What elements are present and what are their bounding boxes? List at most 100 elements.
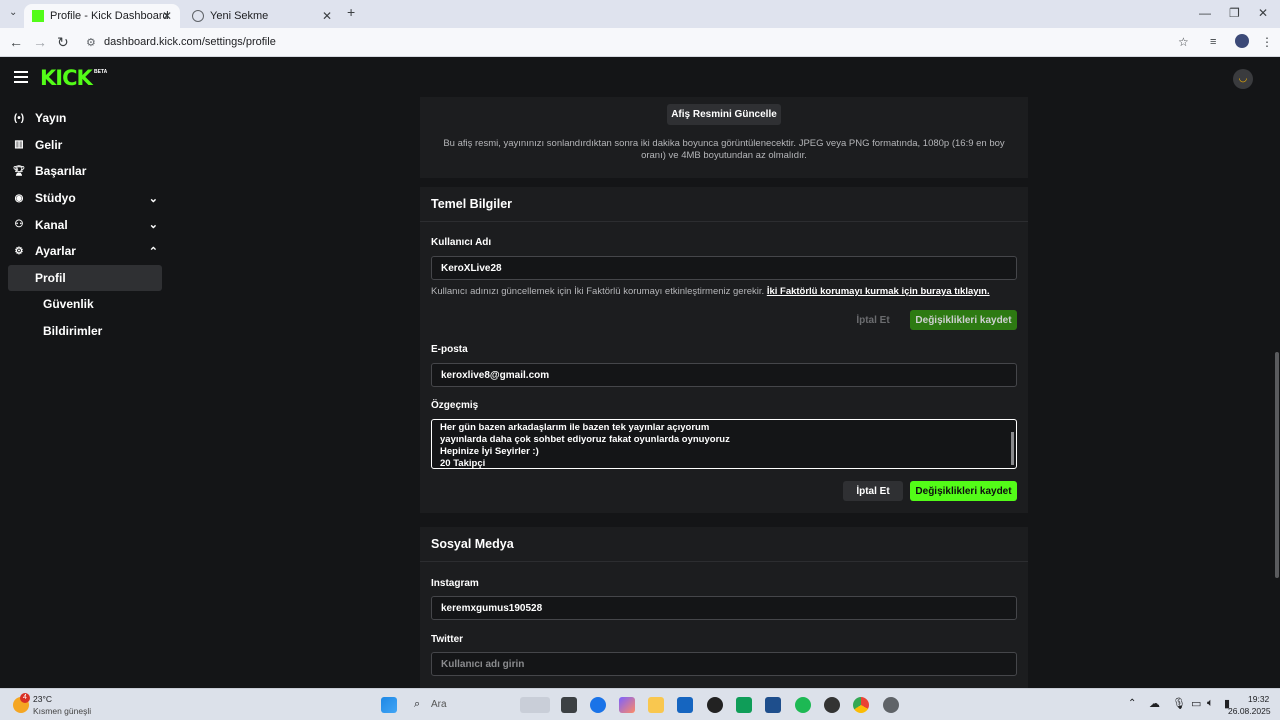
sidebar-item-label: Başarılar bbox=[35, 164, 87, 179]
bio-textarea[interactable]: Her gün bazen arkadaşlarım ile bazen tek… bbox=[431, 419, 1017, 469]
microphone-icon[interactable]: 🎙︎ bbox=[1172, 697, 1186, 710]
email-input[interactable]: keroxlive8@gmail.com bbox=[431, 363, 1017, 387]
search-icon[interactable]: ⌕ bbox=[414, 698, 420, 711]
reload-icon[interactable]: ↻ bbox=[57, 34, 69, 51]
revenue-icon: ▥ bbox=[14, 139, 24, 151]
cancel-button[interactable]: İptal Et bbox=[843, 481, 903, 501]
save-button[interactable]: Değişiklikleri kaydet bbox=[910, 481, 1017, 501]
spotify-icon[interactable] bbox=[795, 697, 811, 713]
widgets-icon[interactable] bbox=[520, 697, 550, 713]
browser-menu-icon[interactable]: ⋮ bbox=[1261, 35, 1273, 49]
site-info-icon[interactable]: ⚙ bbox=[86, 36, 96, 49]
weather-badge: 4 bbox=[20, 693, 30, 703]
save-button[interactable]: Değişiklikleri kaydet bbox=[910, 310, 1017, 330]
task-view-icon[interactable] bbox=[561, 697, 577, 713]
username-hint-text: Kullanıcı adınızı güncellemek için İki F… bbox=[431, 286, 765, 297]
sidebar-item-label: Yayın bbox=[35, 111, 67, 126]
back-icon[interactable]: ← bbox=[9, 34, 23, 50]
display-icon[interactable]: ▭ bbox=[1191, 697, 1201, 710]
section-title: Sosyal Medya bbox=[420, 527, 1028, 562]
sidebar-item-yayin[interactable]: (•) Yayın bbox=[0, 105, 170, 132]
bio-line: 20 Takipçi bbox=[440, 458, 486, 469]
weather-temp: 23°C bbox=[33, 694, 52, 704]
cancel-button[interactable]: İptal Et bbox=[844, 310, 902, 330]
chevron-down-icon: ⌄ bbox=[148, 219, 158, 232]
close-tab-icon[interactable]: ✕ bbox=[162, 9, 172, 23]
username-hint: Kullanıcı adınızı güncellemek için İki F… bbox=[431, 286, 990, 297]
weather-desc: Kısmen güneşli bbox=[33, 706, 92, 716]
instagram-input[interactable]: keremxgumus190528 bbox=[431, 596, 1017, 620]
forward-icon[interactable]: → bbox=[33, 34, 47, 50]
user-avatar[interactable]: ◡ bbox=[1233, 69, 1253, 89]
kick-favicon-icon bbox=[32, 10, 44, 22]
browser-tab-bar: ⌄ Profile - Kick Dashboard ✕ Yeni Sekme … bbox=[0, 0, 1280, 28]
banner-card: Afiş Resmini Güncelle Bu afiş resmi, yay… bbox=[420, 97, 1028, 178]
sidebar-item-label: Ayarlar bbox=[35, 244, 76, 259]
speaker-icon[interactable]: 🔈︎ bbox=[1207, 697, 1214, 710]
broadcast-icon: (•) bbox=[13, 112, 25, 124]
sidebar: (•) Yayın ▥ Gelir 🏆︎ Başarılar ◉ Stüdyo … bbox=[0, 105, 170, 344]
minimize-icon[interactable]: — bbox=[1199, 6, 1211, 20]
tab-title: Yeni Sekme bbox=[210, 10, 269, 22]
sidebar-item-kanal[interactable]: ⚇ Kanal ⌄ bbox=[0, 211, 170, 238]
sidebar-item-ayarlar[interactable]: ⚙ Ayarlar ⌃ bbox=[0, 238, 170, 265]
page-scrollbar[interactable] bbox=[1275, 352, 1279, 578]
twitter-input[interactable]: Kullanıcı adı girin bbox=[431, 652, 1017, 676]
bio-line: yayınlarda daha çok sohbet ediyoruz faka… bbox=[440, 434, 730, 445]
taskbar-search[interactable]: Ara bbox=[431, 699, 447, 710]
download-icon[interactable] bbox=[765, 697, 781, 713]
sidebar-item-label: Gelir bbox=[35, 137, 63, 152]
new-tab-icon[interactable]: + bbox=[347, 4, 355, 20]
tab-title: Profile - Kick Dashboard bbox=[50, 10, 169, 22]
kick-dashboard: KICK BETA ◡ (•) Yayın ▥ Gelir 🏆︎ Başarıl… bbox=[0, 57, 1280, 688]
bio-label: Özgeçmiş bbox=[431, 400, 479, 411]
window-close-icon[interactable]: ✕ bbox=[1258, 6, 1268, 20]
sidebar-item-guvenlik[interactable]: Güvenlik bbox=[8, 291, 162, 318]
clock-date[interactable]: 26.08.2025 bbox=[1228, 706, 1271, 716]
basic-info-card: Temel Bilgiler Kullanıcı Adı KeroXLive28… bbox=[420, 187, 1028, 513]
clock-time[interactable]: 19:32 bbox=[1248, 694, 1269, 704]
sidebar-item-profil[interactable]: Profil bbox=[8, 264, 162, 292]
two-factor-link[interactable]: İki Faktörlü korumayı kurmak için buraya… bbox=[767, 286, 990, 297]
tab-profile[interactable]: Profile - Kick Dashboard ✕ bbox=[24, 4, 180, 28]
textarea-scrollbar[interactable] bbox=[1011, 432, 1014, 465]
banner-description: Bu afiş resmi, yayınınızı sonlandırdıkta… bbox=[443, 138, 1005, 161]
maximize-icon[interactable]: ❐ bbox=[1229, 6, 1240, 20]
store-icon[interactable] bbox=[677, 697, 693, 713]
media-icon[interactable]: ≡ bbox=[1210, 36, 1216, 48]
tab-search-icon[interactable]: ⌄ bbox=[9, 7, 17, 18]
top-bar: KICK BETA ◡ bbox=[0, 57, 1280, 99]
studio-icon: ◉ bbox=[14, 192, 24, 204]
sidebar-item-gelir[interactable]: ▥ Gelir bbox=[0, 132, 170, 159]
browser-profile-avatar[interactable] bbox=[1235, 34, 1249, 48]
twitter-label: Twitter bbox=[431, 634, 464, 645]
sidebar-item-bildirimler[interactable]: Bildirimler bbox=[8, 318, 162, 345]
file-explorer-icon[interactable] bbox=[648, 697, 664, 713]
app-icon[interactable] bbox=[824, 697, 840, 713]
bio-line: Her gün bazen arkadaşlarım ile bazen tek… bbox=[440, 422, 710, 433]
tab-new[interactable]: Yeni Sekme ✕ bbox=[184, 4, 340, 28]
bookmark-star-icon[interactable]: ☆ bbox=[1178, 35, 1189, 49]
sidebar-item-studyo[interactable]: ◉ Stüdyo ⌄ bbox=[0, 185, 170, 212]
tray-chevron-icon[interactable]: ⌃ bbox=[1128, 698, 1136, 709]
whatsapp-icon[interactable] bbox=[736, 697, 752, 713]
email-label: E-posta bbox=[431, 344, 468, 355]
update-banner-button[interactable]: Afiş Resmini Güncelle bbox=[667, 104, 781, 125]
trophy-icon: 🏆︎ bbox=[12, 165, 26, 177]
taskbar: 4 23°C Kısmen güneşli ⌕ Ara ⌃ ☁ 🎙︎ ▭ 🔈︎ … bbox=[0, 688, 1280, 720]
channel-icon: ⚇ bbox=[14, 219, 24, 231]
url-field[interactable]: dashboard.kick.com/settings/profile bbox=[104, 36, 276, 48]
chrome-icon[interactable] bbox=[853, 697, 869, 713]
sidebar-item-basarilar[interactable]: 🏆︎ Başarılar bbox=[0, 158, 170, 185]
username-input[interactable]: KeroXLive28 bbox=[431, 256, 1017, 280]
close-tab-icon[interactable]: ✕ bbox=[322, 9, 332, 23]
edge-icon[interactable] bbox=[590, 697, 606, 713]
onedrive-icon[interactable]: ☁ bbox=[1149, 697, 1160, 710]
kick-logo[interactable]: KICK bbox=[40, 66, 93, 90]
steam-icon[interactable] bbox=[707, 697, 723, 713]
windows-start-icon[interactable] bbox=[381, 697, 397, 713]
bio-line: Hepinize İyi Seyirler :) bbox=[440, 446, 539, 457]
copilot-icon[interactable] bbox=[619, 697, 635, 713]
hamburger-menu-icon[interactable] bbox=[14, 71, 28, 86]
settings-icon[interactable] bbox=[883, 697, 899, 713]
